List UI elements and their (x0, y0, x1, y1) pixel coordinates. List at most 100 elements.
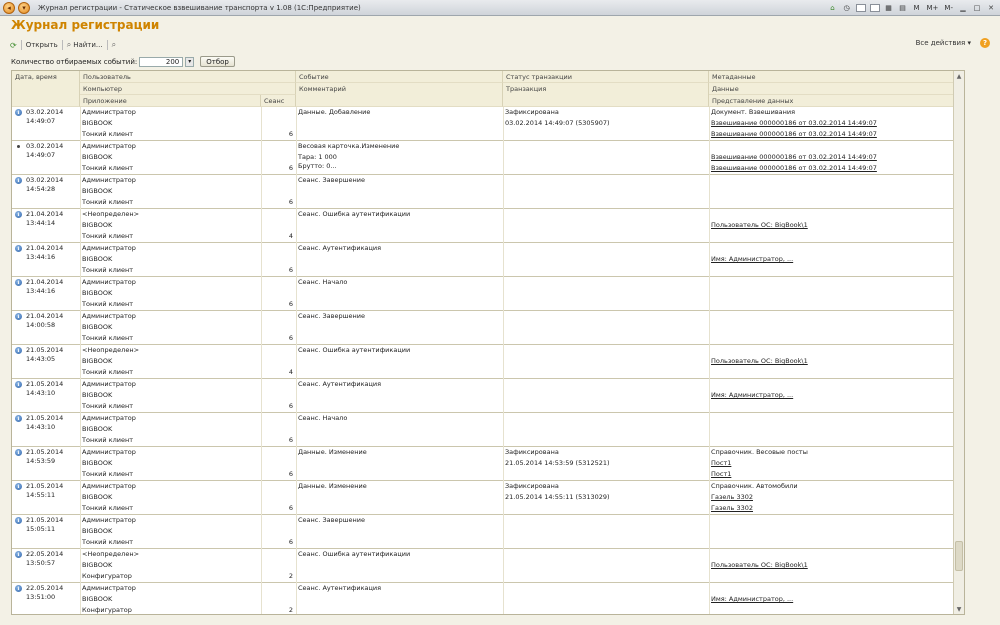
help-icon[interactable]: ? (980, 38, 990, 48)
table-row[interactable]: i 21.04.2014 14:00:58 Администратор BIGBOOK Т… (12, 311, 955, 345)
table-row[interactable]: i 03.02.2014 14:49:07 Администратор BIGBOOK Т… (12, 107, 955, 141)
row-status: Зафиксирована (505, 108, 559, 116)
row-data[interactable]: Пользователь ОС: BigBook\1 (709, 220, 955, 231)
row-data[interactable]: Имя: Администратор, ... (709, 254, 955, 265)
row-time: 14:43:10 (26, 423, 56, 431)
all-actions-menu[interactable]: Все действия ▾ (916, 39, 971, 47)
col-data-representation[interactable]: Представление данных (709, 95, 955, 107)
row-application: Тонкий клиент (82, 470, 133, 478)
row-user: Администратор (82, 244, 136, 252)
event-log-table[interactable]: Дата, время Пользователь Компьютер Прило… (11, 70, 965, 615)
home-icon[interactable]: ⌂ (828, 2, 838, 13)
row-event: Сеанс. Завершение (298, 516, 366, 524)
row-data-representation[interactable]: Взвешивание 000000186 от 03.02.2014 14:4… (709, 163, 955, 174)
col-transaction[interactable]: Транзакция (503, 83, 709, 107)
col-session[interactable]: Сеанс (261, 95, 296, 107)
table-row[interactable]: 03.02.2014 14:49:07 Администратор BIGBOOK То… (12, 141, 955, 175)
info-icon: i (15, 381, 22, 388)
row-data[interactable]: Пользователь ОС: BigBook\1 (709, 356, 955, 367)
calculator-icon[interactable]: ▦ (884, 2, 894, 13)
event-count-input[interactable]: 200 (139, 56, 184, 67)
close-icon[interactable]: ✕ (986, 2, 996, 13)
table-body: i 03.02.2014 14:49:07 Администратор BIGBOOK Т… (12, 107, 955, 614)
table-row[interactable]: i 22.05.2014 13:51:00 Администратор BIGBOOK К… (12, 583, 955, 614)
row-data[interactable]: Пользователь ОС: BigBook\1 (709, 560, 955, 571)
row-data-representation (709, 299, 955, 310)
row-event: Сеанс. Завершение (298, 176, 366, 184)
table-row[interactable]: i 21.05.2014 14:43:10 Администратор BIGBOOK Т… (12, 379, 955, 413)
row-status (503, 141, 709, 152)
minimize-icon[interactable]: ▁ (958, 2, 968, 13)
row-metadata (709, 515, 955, 526)
paste-icon[interactable] (869, 3, 880, 12)
row-data-representation (709, 435, 955, 446)
refresh-button[interactable]: ⟳ (10, 41, 17, 50)
row-data[interactable]: Имя: Администратор, ... (709, 594, 955, 605)
row-metadata (709, 311, 955, 322)
row-computer: BIGBOOK (82, 289, 113, 297)
scroll-thumb[interactable] (955, 541, 963, 571)
scroll-up-icon[interactable]: ▲ (954, 71, 964, 81)
cancel-search-button[interactable]: ⌕ (112, 40, 116, 50)
history-icon[interactable]: ◷ (842, 2, 852, 13)
row-data-representation[interactable]: Пост1 (709, 469, 955, 480)
table-row[interactable]: i 21.05.2014 14:53:59 Администратор BIGBOOK Т… (12, 447, 955, 481)
col-metadata[interactable]: Метаданные (709, 71, 955, 83)
memory-plus-button[interactable]: M+ (926, 2, 940, 13)
table-row[interactable]: i 21.04.2014 13:44:14 <Неопределен> BIGBOOK Т… (12, 209, 955, 243)
app-menu-icon[interactable]: ◂ (3, 1, 15, 14)
table-row[interactable]: i 03.02.2014 14:54:28 Администратор BIGBOOK Т… (12, 175, 955, 209)
table-row[interactable]: i 21.05.2014 14:55:11 Администратор BIGBOOK Т… (12, 481, 955, 515)
table-row[interactable]: i 21.05.2014 15:05:11 Администратор BIGBOOK Т… (12, 515, 955, 549)
app-dropdown-icon[interactable]: ▾ (18, 1, 30, 14)
row-comment-more (296, 569, 503, 580)
table-row[interactable]: i 21.04.2014 13:44:16 Администратор BIGBOOK Т… (12, 243, 955, 277)
toolbar-separator (106, 40, 108, 50)
row-data[interactable]: Взвешивание 000000186 от 03.02.2014 14:4… (709, 118, 955, 129)
row-session: 6 (288, 402, 293, 410)
maximize-icon[interactable]: □ (972, 2, 982, 13)
chevron-down-icon[interactable]: ▾ (185, 56, 195, 67)
row-event: Сеанс. Начало (298, 414, 348, 422)
calendar-icon[interactable]: ▤ (898, 2, 908, 13)
col-user[interactable]: Пользователь (80, 71, 296, 83)
table-row[interactable]: i 22.05.2014 13:50:57 <Неопределен> BIGBOOK К… (12, 549, 955, 583)
col-date[interactable]: Дата, время (12, 71, 80, 107)
row-data[interactable]: Пост1 (709, 458, 955, 469)
row-comment-more (296, 467, 503, 478)
row-data-representation[interactable]: Взвешивание 000000186 от 03.02.2014 14:4… (709, 129, 955, 140)
filter-button[interactable]: Отбор (200, 56, 235, 67)
memory-m-button[interactable]: M (912, 2, 922, 13)
table-row[interactable]: i 21.04.2014 13:44:16 Администратор BIGBOOK Т… (12, 277, 955, 311)
row-status (503, 209, 709, 220)
col-computer[interactable]: Компьютер (80, 83, 296, 95)
table-row[interactable]: i 21.05.2014 14:43:05 <Неопределен> BIGBOOK Т… (12, 345, 955, 379)
row-data[interactable]: Взвешивание 000000186 от 03.02.2014 14:4… (709, 152, 955, 163)
info-icon: i (15, 279, 22, 286)
find-button[interactable]: ⌕ Найти... (67, 40, 103, 50)
open-button[interactable]: Открыть (26, 41, 58, 49)
row-application: Тонкий клиент (82, 538, 133, 546)
row-user: Администратор (82, 584, 136, 592)
row-time: 13:44:14 (26, 219, 56, 227)
row-data-representation[interactable]: Газель 3302 (709, 503, 955, 514)
col-comment[interactable]: Комментарий (296, 83, 503, 107)
row-application: Тонкий клиент (82, 504, 133, 512)
vertical-scrollbar[interactable]: ▲ ▼ (953, 71, 964, 614)
row-data-representation (709, 367, 955, 378)
row-user: Администратор (82, 142, 136, 150)
refresh-icon: ⟳ (10, 40, 17, 50)
copy-icon[interactable] (855, 3, 866, 12)
row-computer: BIGBOOK (82, 153, 113, 161)
scroll-down-icon[interactable]: ▼ (954, 604, 964, 614)
col-data[interactable]: Данные (709, 83, 955, 95)
row-computer: BIGBOOK (82, 493, 113, 501)
row-session: 6 (288, 334, 293, 342)
row-data[interactable]: Газель 3302 (709, 492, 955, 503)
table-row[interactable]: i 21.05.2014 14:43:10 Администратор BIGBOOK Т… (12, 413, 955, 447)
row-data[interactable]: Имя: Администратор, ... (709, 390, 955, 401)
col-event[interactable]: Событие (296, 71, 503, 83)
memory-minus-button[interactable]: M- (943, 2, 954, 13)
col-application[interactable]: Приложение (80, 95, 261, 107)
col-status[interactable]: Статус транзакции (503, 71, 709, 83)
